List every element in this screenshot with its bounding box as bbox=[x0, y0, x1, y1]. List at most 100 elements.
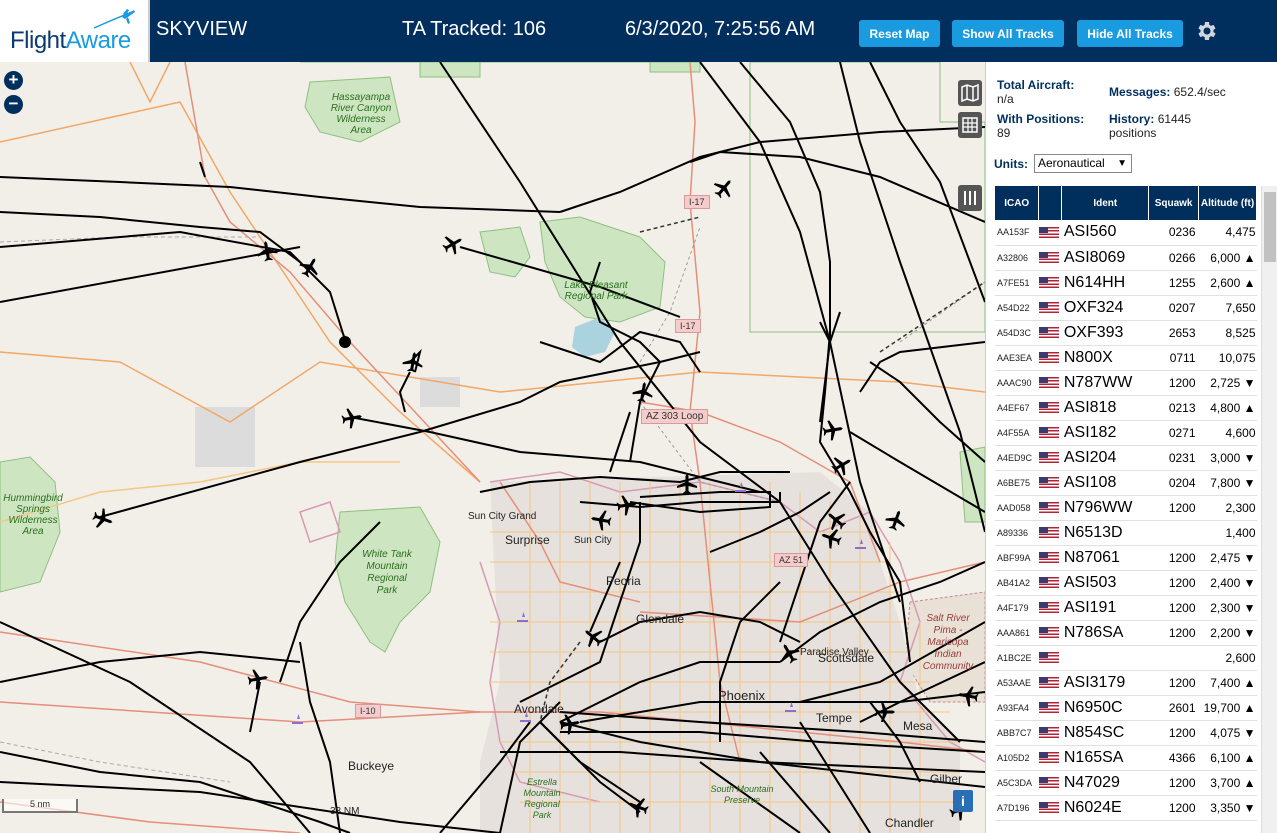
squawk-cell: 0271 bbox=[1148, 420, 1199, 446]
icao-cell: AB41A2 bbox=[995, 570, 1039, 596]
ident-cell: N796WW bbox=[1061, 495, 1149, 521]
flag-cell bbox=[1038, 795, 1062, 821]
scale-bar: 5 nm bbox=[2, 799, 78, 813]
icao-cell: A54D3C bbox=[995, 320, 1039, 346]
table-row[interactable]: AB41A2 ASI503 1200 2,400 ▼ bbox=[995, 570, 1257, 596]
table-row[interactable]: A4ED9C ASI204 0231 3,000 ▼ bbox=[995, 445, 1257, 471]
icao-cell: AAE3EA bbox=[995, 345, 1039, 371]
squawk-cell: 1255 bbox=[1148, 270, 1199, 296]
table-row[interactable]: AAE3EA N800X 0711 10,075 bbox=[995, 345, 1257, 371]
ident-cell: N6950C bbox=[1061, 695, 1149, 721]
altitude-cell: 3,700 ▲ bbox=[1198, 770, 1257, 796]
altitude-cell: 7,650 bbox=[1198, 295, 1257, 321]
show-all-tracks-button[interactable]: Show All Tracks bbox=[952, 20, 1064, 47]
flag-cell bbox=[1038, 695, 1062, 721]
map-label-park: Estrella Mountain Regional Park bbox=[523, 777, 561, 820]
icao-cell: A89336 bbox=[995, 520, 1039, 546]
column-header-flag[interactable] bbox=[1038, 186, 1063, 220]
table-row[interactable]: ABF99A N87061 1200 2,475 ▼ bbox=[995, 545, 1257, 571]
table-row[interactable]: A93FA4 N6950C 2601 19,700 ▲ bbox=[995, 695, 1257, 721]
flag-cell bbox=[1038, 270, 1062, 296]
table-scrollbar[interactable] bbox=[1261, 186, 1277, 833]
table-row[interactable]: A1BC2E 2,600 bbox=[995, 645, 1257, 671]
info-button[interactable]: i bbox=[953, 790, 973, 812]
altitude-cell: 4,600 bbox=[1198, 420, 1257, 446]
map-view[interactable]: Hassayampa River Canyon Wilderness Area … bbox=[0, 62, 985, 833]
reset-map-button[interactable]: Reset Map bbox=[859, 20, 940, 47]
columns-toggle-button[interactable] bbox=[958, 185, 982, 211]
table-row[interactable]: AAD058 N796WW 1200 2,300 bbox=[995, 495, 1257, 521]
flag-cell bbox=[1038, 545, 1062, 571]
altitude-cell: 7,800 ▼ bbox=[1198, 470, 1257, 496]
table-row[interactable]: ABB7C7 N854SC 1200 4,075 ▼ bbox=[995, 720, 1257, 746]
altitude-cell: 4,475 bbox=[1198, 220, 1257, 246]
map-label-highway: I-17 bbox=[684, 195, 710, 209]
table-row[interactable]: A105D2 N165SA 4366 6,100 ▲ bbox=[995, 745, 1257, 771]
history-value: 61445 bbox=[1157, 112, 1192, 126]
table-row[interactable]: A6BE75 ASI108 0204 7,800 ▼ bbox=[995, 470, 1257, 496]
table-row[interactable]: A54D3C OXF393 2653 8,525 bbox=[995, 320, 1257, 346]
grid-toggle-button[interactable] bbox=[958, 112, 982, 138]
map-label-park: Hassayampa River Canyon Wilderness Area bbox=[330, 92, 392, 136]
hide-all-tracks-button[interactable]: Hide All Tracks bbox=[1077, 20, 1183, 47]
ident-cell: ASI503 bbox=[1061, 570, 1149, 596]
ident-cell: ASI182 bbox=[1061, 420, 1149, 446]
icao-cell: A105D2 bbox=[995, 745, 1039, 771]
table-row[interactable]: A7FE51 N614HH 1255 2,600 ▲ bbox=[995, 270, 1257, 296]
aircraft-table: ICAO Ident Squawk Altitude (ft) AA153F AS… bbox=[995, 186, 1257, 821]
header-bar: FlightAware SKYVIEW TA Tracked: 106 6/3/… bbox=[0, 0, 1277, 62]
us-flag-icon bbox=[1038, 451, 1059, 463]
map-layers-button[interactable] bbox=[958, 80, 982, 106]
icao-cell: A4F55A bbox=[995, 420, 1039, 446]
table-row[interactable]: AAAC90 N787WW 1200 2,725 ▼ bbox=[995, 370, 1257, 396]
altitude-cell: 2,600 ▲ bbox=[1198, 270, 1257, 296]
column-header-altitude[interactable]: Altitude (ft) bbox=[1198, 186, 1257, 220]
scale-nm-label: 33 NM bbox=[330, 806, 360, 817]
column-header-squawk[interactable]: Squawk bbox=[1148, 186, 1200, 220]
history-stat: History: 61445 positions bbox=[1109, 112, 1191, 140]
table-row[interactable]: A5C3DA N47029 1200 3,700 ▲ bbox=[995, 770, 1257, 796]
table-row[interactable]: A4F179 ASI191 1200 2,300 ▼ bbox=[995, 595, 1257, 621]
flag-cell bbox=[1038, 720, 1062, 746]
icao-cell: AAAC90 bbox=[995, 370, 1039, 396]
total-aircraft-label: Total Aircraft: bbox=[997, 78, 1075, 92]
gear-icon[interactable] bbox=[1194, 19, 1218, 43]
history-unit: positions bbox=[1109, 126, 1157, 140]
ident-cell: N165SA bbox=[1061, 745, 1149, 771]
zoom-in-button[interactable]: + bbox=[4, 71, 23, 90]
with-positions-stat: With Positions: 89 bbox=[997, 112, 1084, 140]
altitude-cell: 10,075 bbox=[1198, 345, 1257, 371]
squawk-cell: 1200 bbox=[1148, 620, 1199, 646]
altitude-cell: 2,725 ▼ bbox=[1198, 370, 1257, 396]
ident-cell: N6024E bbox=[1061, 795, 1149, 821]
us-flag-icon bbox=[1038, 426, 1059, 438]
table-row[interactable]: A7D196 N6024E 1200 3,350 ▼ bbox=[995, 795, 1257, 821]
us-flag-icon bbox=[1038, 776, 1059, 788]
ident-cell: ASI204 bbox=[1061, 445, 1149, 471]
messages-stat: Messages: 652.4/sec bbox=[1109, 85, 1226, 99]
table-row[interactable]: A4EF67 ASI818 0213 4,800 ▲ bbox=[995, 395, 1257, 421]
table-row[interactable]: A4F55A ASI182 0271 4,600 bbox=[995, 420, 1257, 446]
table-row[interactable]: AA153F ASI560 0236 4,475 bbox=[995, 220, 1257, 246]
flag-cell bbox=[1038, 645, 1062, 671]
ident-cell: ASI818 bbox=[1061, 395, 1149, 421]
app-title: SKYVIEW bbox=[156, 18, 248, 40]
column-header-icao[interactable]: ICAO bbox=[995, 186, 1040, 220]
scrollbar-thumb[interactable] bbox=[1264, 192, 1276, 262]
table-row[interactable]: A54D22 OXF324 0207 7,650 bbox=[995, 295, 1257, 321]
table-row[interactable]: A32806 ASI8069 0266 6,000 ▲ bbox=[995, 245, 1257, 271]
column-header-ident[interactable]: Ident bbox=[1061, 186, 1150, 220]
ident-cell: N786SA bbox=[1061, 620, 1149, 646]
units-label: Units: bbox=[994, 157, 1028, 171]
units-select[interactable]: Aeronautical ▼ bbox=[1034, 154, 1132, 173]
table-row[interactable]: A53AAE ASI3179 1200 7,400 ▲ bbox=[995, 670, 1257, 696]
map-label-highway: I-17 bbox=[675, 319, 701, 333]
table-row[interactable]: A89336 N6513D 1,400 bbox=[995, 520, 1257, 546]
with-positions-label: With Positions: bbox=[997, 112, 1085, 126]
table-row[interactable]: AAA861 N786SA 1200 2,200 ▼ bbox=[995, 620, 1257, 646]
ident-cell: ASI8069 bbox=[1061, 245, 1149, 271]
zoom-out-button[interactable]: − bbox=[4, 95, 23, 114]
squawk-cell: 1200 bbox=[1148, 495, 1199, 521]
squawk-cell: 0231 bbox=[1148, 445, 1199, 471]
flightaware-logo[interactable]: FlightAware bbox=[0, 0, 150, 62]
